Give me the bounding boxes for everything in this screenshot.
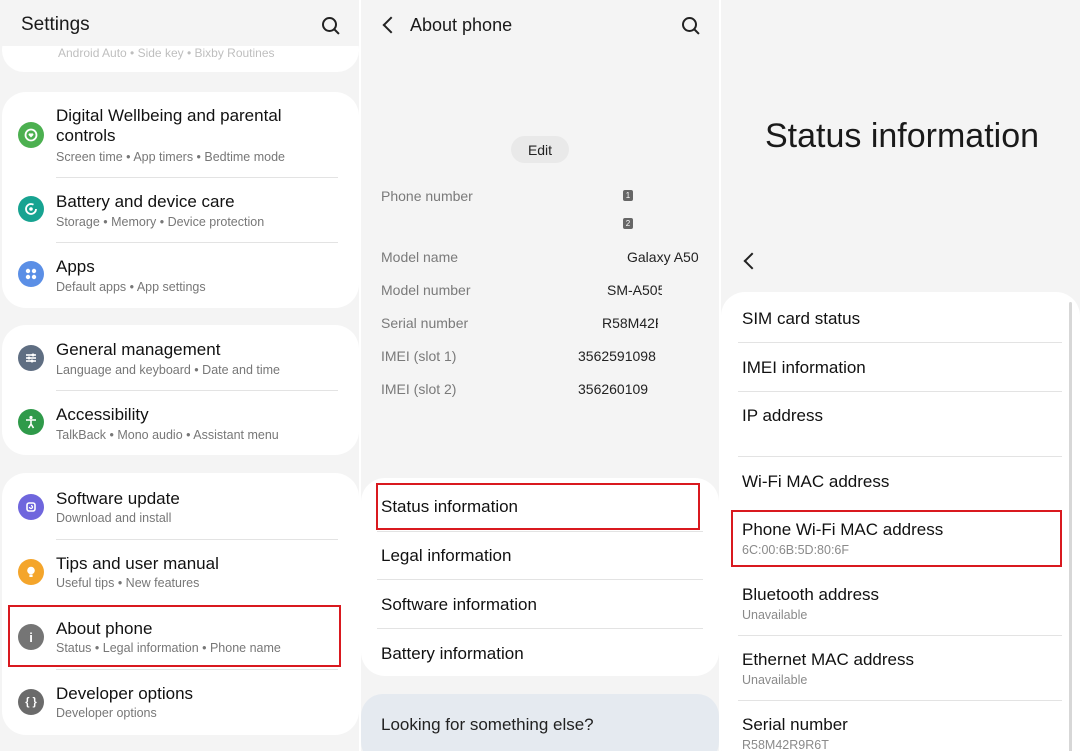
- software-update-icon: [18, 494, 44, 520]
- large-title: Status information: [765, 117, 1040, 155]
- settings-item-developer-options[interactable]: { } Developer options Developer options: [2, 684, 359, 730]
- settings-item-apps[interactable]: Apps Default apps • App settings: [2, 256, 359, 302]
- search-icon[interactable]: [681, 16, 701, 36]
- status-item-wifi-mac[interactable]: Wi-Fi MAC address: [721, 456, 1066, 507]
- highlight-box: [731, 510, 1062, 567]
- divider: [56, 539, 338, 540]
- edit-button[interactable]: Edit: [511, 136, 569, 163]
- item-subtitle: R58M42R9R6T: [742, 738, 829, 751]
- item-title: IMEI information: [742, 358, 866, 377]
- item-subtitle: Language and keyboard • Date and time: [56, 363, 280, 377]
- item-title: Battery and device care: [56, 192, 235, 211]
- imei2-label: IMEI (slot 2): [381, 381, 457, 397]
- item-title: Ethernet MAC address: [742, 650, 914, 669]
- divider: [377, 579, 703, 580]
- settings-item-general-management[interactable]: General management Language and keyboard…: [2, 340, 359, 386]
- item-subtitle: Screen time • App timers • Bedtime mode: [56, 150, 285, 164]
- menu-software-information[interactable]: Software information: [381, 595, 537, 615]
- item-title: SIM card status: [742, 309, 861, 328]
- back-icon[interactable]: [382, 16, 400, 34]
- menu-legal-information[interactable]: Legal information: [381, 546, 511, 566]
- status-item-sim-card[interactable]: SIM card status: [721, 292, 1066, 342]
- divider: [56, 669, 338, 670]
- status-item-serial-number[interactable]: Serial number R58M42R9R6T: [721, 700, 1066, 751]
- item-subtitle: Unavailable: [742, 673, 808, 687]
- search-icon[interactable]: [321, 16, 341, 36]
- looking-for-card[interactable]: Looking for something else?: [361, 694, 719, 751]
- page-title-overlay: Settings: [21, 14, 90, 35]
- settings-card-1: Digital Wellbeing and parental controls …: [2, 92, 359, 308]
- developer-icon: { }: [18, 689, 44, 715]
- settings-item-battery[interactable]: Battery and device care Storage • Memory…: [2, 191, 359, 237]
- page-title: About phone: [410, 15, 513, 35]
- back-icon[interactable]: [743, 252, 761, 270]
- item-title: Accessibility: [56, 405, 149, 424]
- model-number-value: SM-A505: [607, 282, 662, 298]
- model-number-label: Model number: [381, 282, 471, 298]
- sim2-icon: 2: [623, 218, 633, 229]
- menu-battery-information[interactable]: Battery information: [381, 644, 524, 664]
- imei1-label: IMEI (slot 1): [381, 348, 457, 364]
- accessibility-icon: [18, 409, 44, 435]
- highlight-box: [8, 605, 341, 667]
- settings-item-software-update[interactable]: Software update Download and install: [2, 489, 359, 535]
- header-bar: Settings: [0, 0, 359, 46]
- status-item-imei[interactable]: IMEI information: [721, 342, 1066, 391]
- status-item-bluetooth[interactable]: Bluetooth address Unavailable: [721, 573, 1066, 635]
- status-item-ethernet-mac[interactable]: Ethernet MAC address Unavailable: [721, 635, 1066, 700]
- imei1-value: 3562591098: [578, 348, 656, 364]
- phone-number-label: Phone number: [381, 188, 473, 204]
- item-title: General management: [56, 340, 221, 359]
- wellbeing-icon: [18, 122, 44, 148]
- divider: [56, 390, 338, 391]
- divider: [377, 628, 703, 629]
- item-subtitle: TalkBack • Mono audio • Assistant menu: [56, 428, 279, 442]
- item-title: Apps: [56, 257, 95, 276]
- apps-icon: [18, 261, 44, 287]
- highlight-box: [376, 483, 700, 530]
- sim1-icon: 1: [623, 190, 633, 201]
- about-phone-screen: About phone Edit Phone number 1 2 Model …: [361, 0, 719, 751]
- settings-card-3: Software update Download and install Tip…: [2, 473, 359, 735]
- item-subtitle: Unavailable: [742, 608, 808, 622]
- item-subtitle: Default apps • App settings: [56, 280, 206, 294]
- item-title: Digital Wellbeing and parental controls: [56, 106, 282, 145]
- item-title: IP address: [742, 406, 823, 425]
- battery-care-icon: [18, 196, 44, 222]
- model-name-value: Galaxy A50: [627, 249, 699, 265]
- item-title: Wi-Fi MAC address: [742, 472, 890, 491]
- settings-item-accessibility[interactable]: Accessibility TalkBack • Mono audio • As…: [2, 405, 359, 451]
- model-name-label: Model name: [381, 249, 459, 265]
- general-management-icon: [18, 345, 44, 371]
- serial-number-label: Serial number: [381, 315, 469, 331]
- serial-number-value: R58M42R: [602, 315, 658, 331]
- item-title: Developer options: [56, 684, 194, 703]
- looking-for-text: Looking for something else?: [381, 715, 594, 734]
- item-title: Software update: [56, 489, 180, 508]
- settings-screen: Settings Android Auto • Side key • Bixby…: [0, 0, 359, 751]
- settings-item-digital-wellbeing[interactable]: Digital Wellbeing and parental controls …: [2, 106, 359, 168]
- divider: [56, 242, 338, 243]
- divider: [56, 177, 338, 178]
- status-information-screen: Status information SIM card status IMEI …: [721, 0, 1080, 751]
- item-title: Serial number: [742, 715, 848, 734]
- settings-item-tips[interactable]: Tips and user manual Useful tips • New f…: [2, 554, 359, 600]
- imei2-value: 356260109: [578, 381, 649, 397]
- item-title: Tips and user manual: [56, 554, 219, 573]
- item-subtitle: Storage • Memory • Device protection: [56, 215, 265, 229]
- item-subtitle: Developer options: [56, 706, 157, 720]
- tips-icon: [18, 559, 44, 585]
- scrollbar[interactable]: [1069, 302, 1072, 751]
- item-subtitle: Download and install: [56, 511, 172, 525]
- peek-subtext: Android Auto • Side key • Bixby Routines: [58, 46, 275, 60]
- item-title: Bluetooth address: [742, 585, 880, 604]
- settings-card-2: General management Language and keyboard…: [2, 325, 359, 455]
- divider: [377, 531, 703, 532]
- item-subtitle: Useful tips • New features: [56, 576, 200, 590]
- status-item-ip-address[interactable]: IP address: [721, 391, 1066, 456]
